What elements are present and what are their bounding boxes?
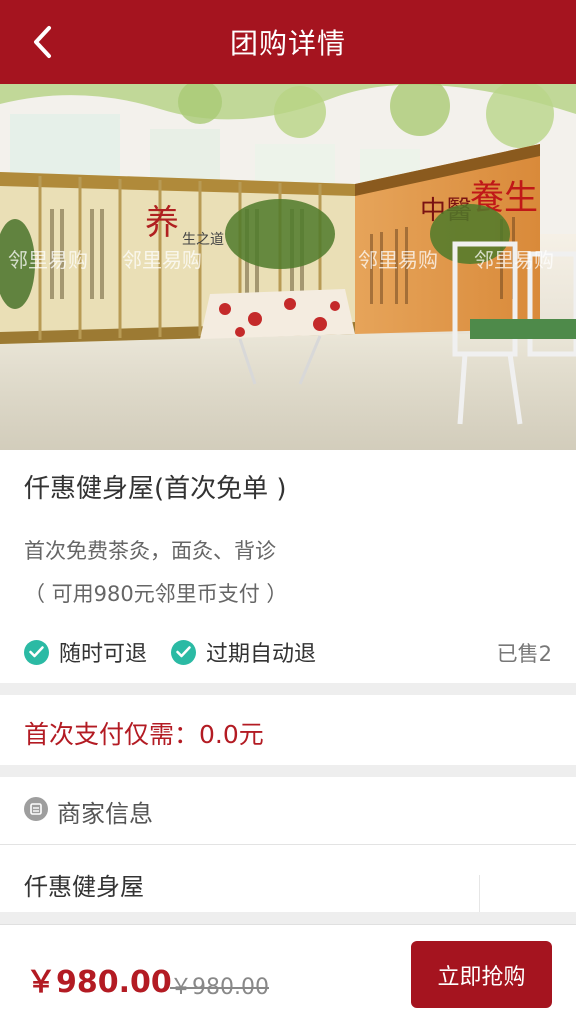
back-button[interactable] xyxy=(22,20,62,64)
watermark-text: 邻里易购 xyxy=(474,248,554,272)
current-price: ￥980.00 xyxy=(26,965,172,1000)
watermark-text: 邻里易购 xyxy=(358,248,438,272)
merchant-row[interactable]: 仟惠健身屋 xyxy=(0,845,576,915)
chevron-left-icon xyxy=(34,26,51,58)
tag-auto-refund: 过期自动退 xyxy=(171,636,316,668)
product-photo: 养 生之道 中醫 養生 邻里 xyxy=(0,84,576,450)
check-icon xyxy=(24,639,49,665)
tag-label: 随时可退 xyxy=(59,642,148,667)
buy-now-button[interactable]: 立即抢购 xyxy=(411,941,552,1008)
product-description: 首次免费茶灸，面灸、背诊 （ 可用980元邻里币支付 ） xyxy=(24,530,287,616)
tag-refund-anytime: 随时可退 xyxy=(24,636,147,668)
description-line: （ 可用980元邻里币支付 ） xyxy=(24,582,288,606)
bottom-action-bar: ￥980.00 ￥980.00 立即抢购 xyxy=(0,924,576,1025)
watermark-text: 邻里易购 xyxy=(122,248,202,272)
tag-label: 过期自动退 xyxy=(206,642,317,667)
divider xyxy=(0,683,576,695)
sold-count: 已售2 xyxy=(496,642,552,666)
store-icon xyxy=(24,797,48,821)
divider xyxy=(0,912,576,924)
first-payment-text: 首次支付仅需：0.0元 xyxy=(24,720,264,749)
merchant-section-header: 商家信息 xyxy=(0,777,576,845)
product-info: 仟惠健身屋(首次免单 ) 首次免费茶灸，面灸、背诊 （ 可用980元邻里币支付 … xyxy=(0,450,576,683)
refund-tags: 随时可退 过期自动退 xyxy=(24,636,340,668)
page-title: 团购详情 xyxy=(229,27,346,60)
product-image: 养 生之道 中醫 養生 邻里 xyxy=(0,84,576,450)
description-line: 首次免费茶灸，面灸、背诊 xyxy=(24,539,276,563)
original-price: ￥980.00 xyxy=(170,975,269,1000)
svg-text:养: 养 xyxy=(145,203,179,243)
check-icon xyxy=(171,639,197,665)
divider xyxy=(479,875,480,915)
merchant-section-label: 商家信息 xyxy=(57,800,153,828)
merchant-name: 仟惠健身屋 xyxy=(24,873,144,901)
product-title: 仟惠健身屋(首次免单 ) xyxy=(24,474,287,504)
first-payment-row: 首次支付仅需：0.0元 xyxy=(0,695,576,765)
watermark-text: 邻里易购 xyxy=(8,248,88,272)
top-nav-bar: 团购详情 xyxy=(0,0,576,84)
divider xyxy=(0,765,576,777)
svg-text:生之道: 生之道 xyxy=(182,232,224,248)
